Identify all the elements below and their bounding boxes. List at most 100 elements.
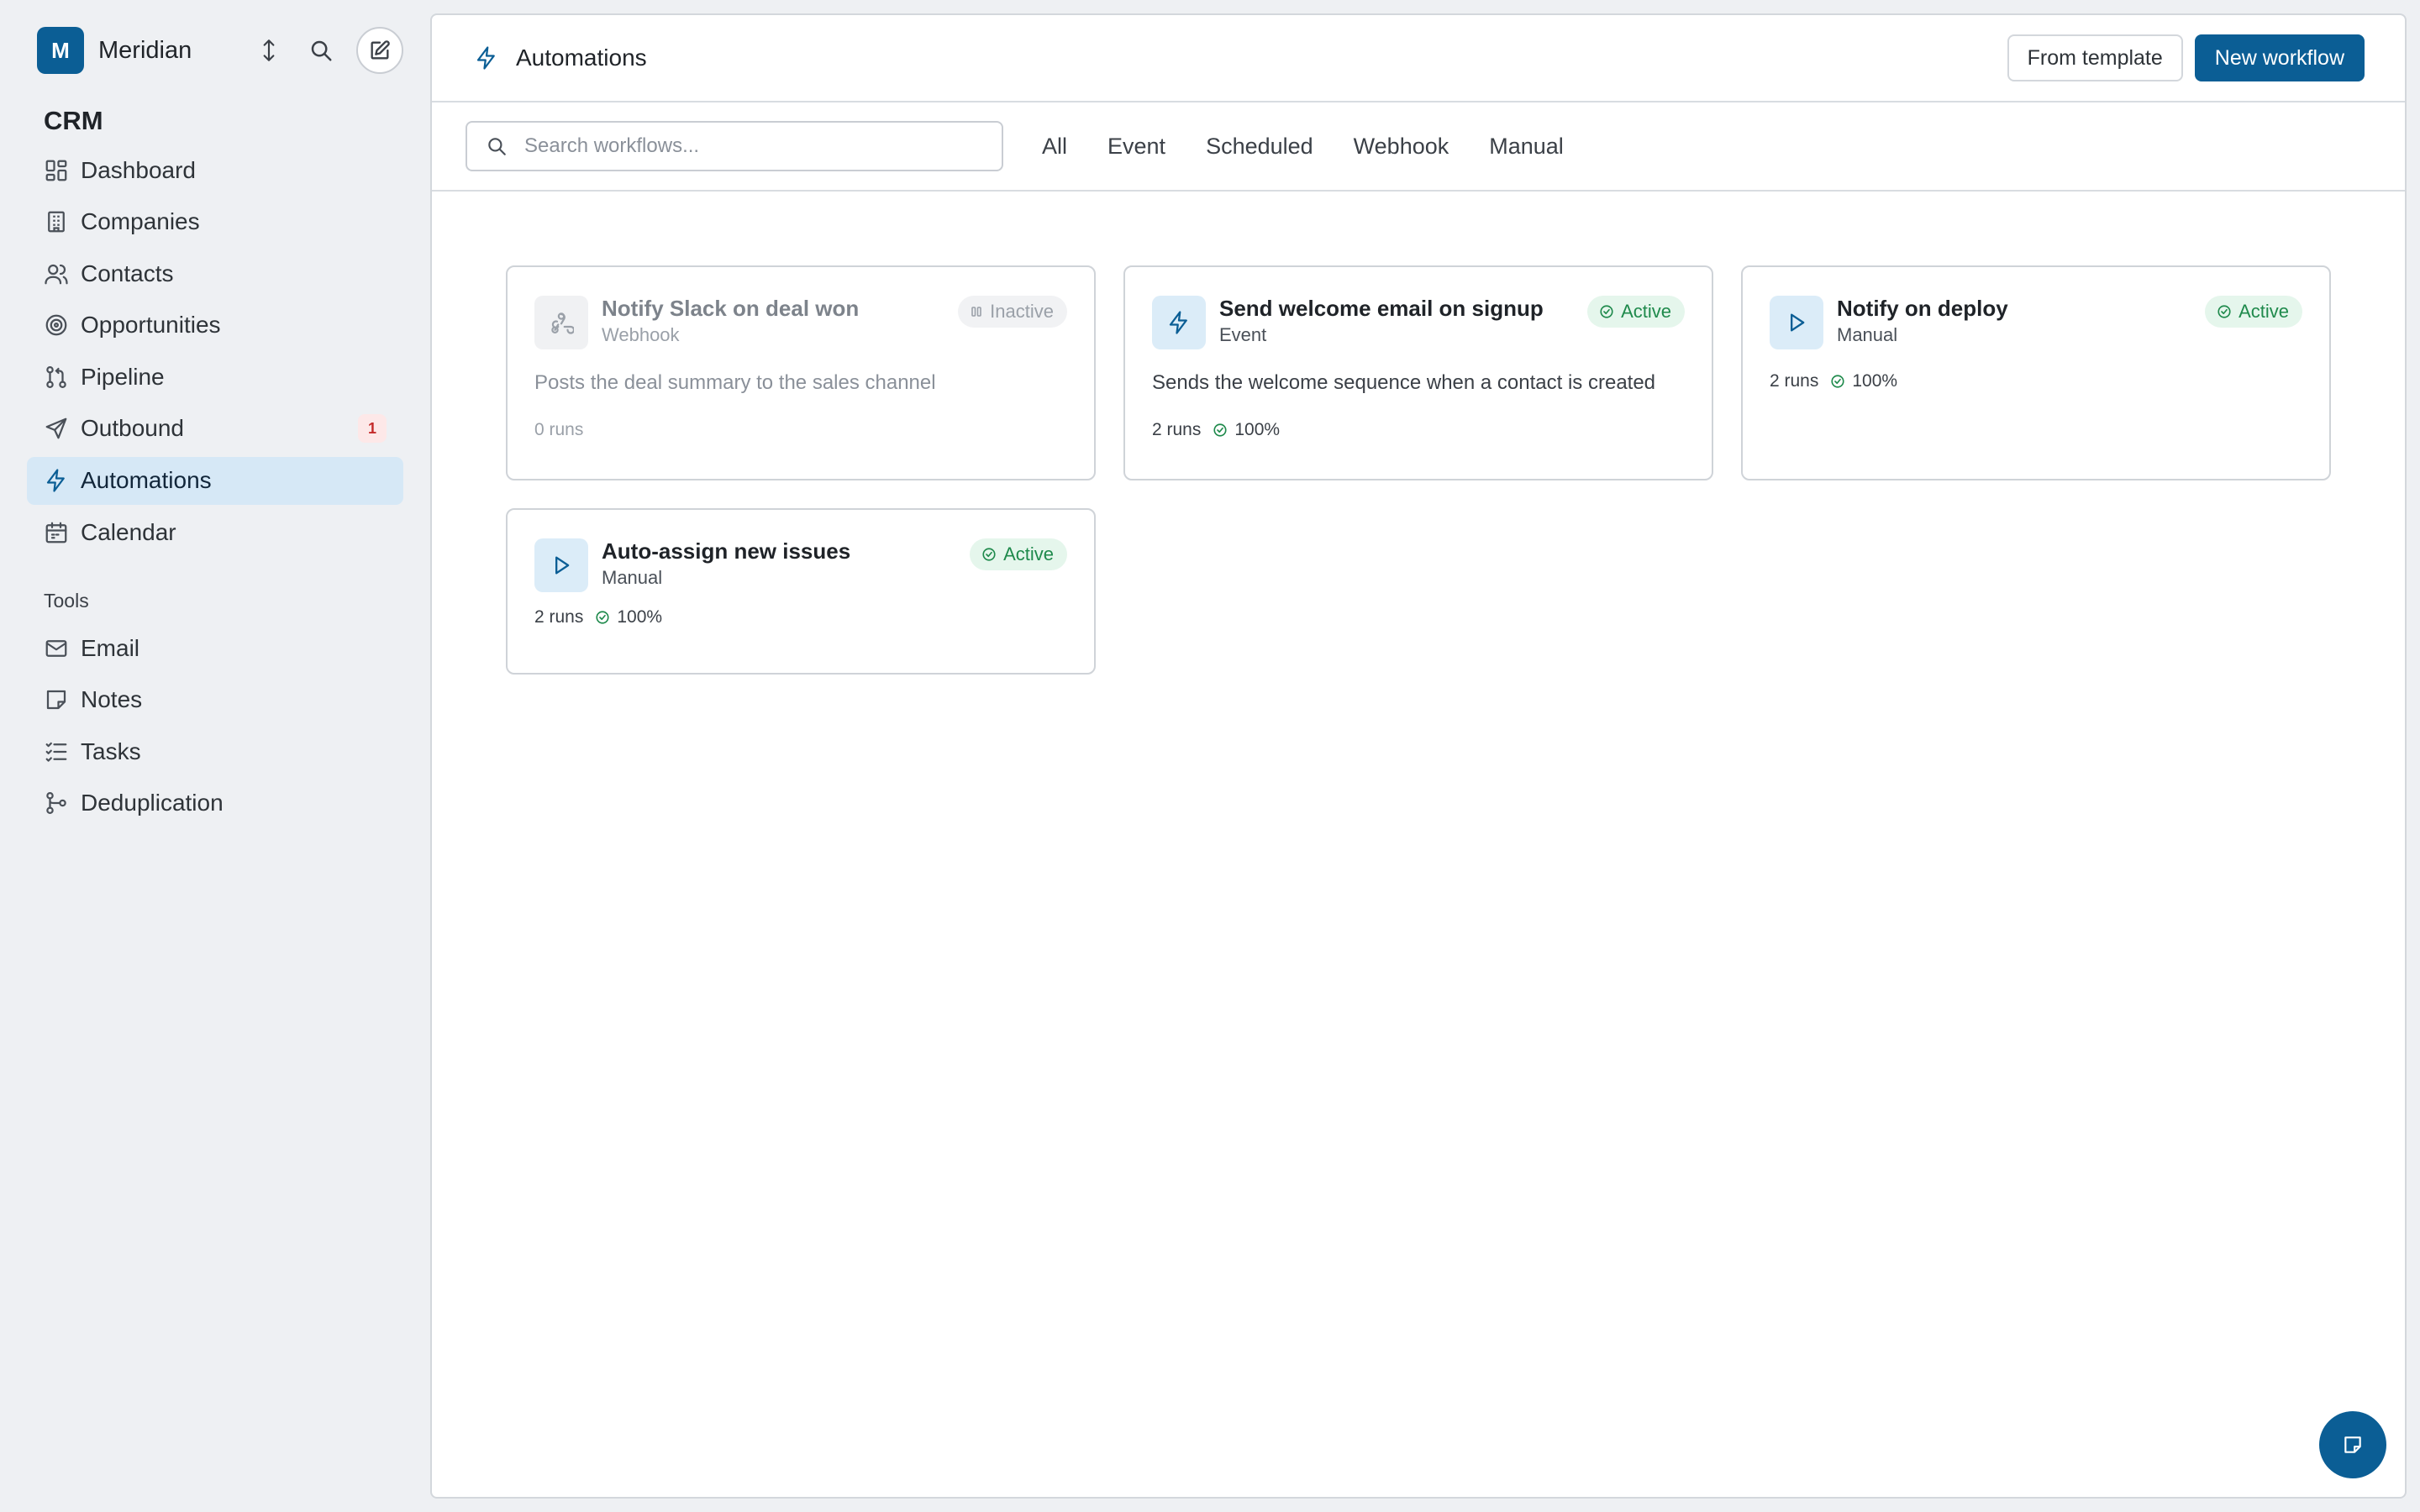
page-header: Automations From template New workflow <box>432 15 2405 102</box>
status-text: Inactive <box>990 301 1054 322</box>
workflow-trigger-type: Event <box>1219 324 1267 345</box>
workflow-trigger-type: Webhook <box>602 324 680 345</box>
sidebar-item-label: Automations <box>81 467 212 494</box>
status-badge: Active <box>970 538 1067 570</box>
bolt-icon <box>1152 296 1206 349</box>
new-workflow-button[interactable]: New workflow <box>2194 34 2365 81</box>
sidebar-item-label: Deduplication <box>81 790 224 816</box>
check-circle-icon <box>982 548 996 561</box>
sidebar-item-outbound[interactable]: Outbound 1 <box>27 405 403 453</box>
sidebar-item-label: Outbound <box>81 415 184 442</box>
switch-workspace-icon[interactable] <box>252 34 286 67</box>
workflow-title: Auto-assign new issues <box>602 538 851 564</box>
pause-icon <box>971 307 981 317</box>
status-text: Active <box>1003 543 1054 564</box>
compose-icon[interactable] <box>356 27 403 74</box>
sidebar-item-label: Pipeline <box>81 363 165 390</box>
quick-note-button[interactable] <box>2319 1411 2386 1478</box>
note-icon <box>46 690 66 710</box>
workflow-card-notify-slack[interactable]: Notify Slack on deal won Webhook Inactiv… <box>506 265 1096 480</box>
workflow-trigger-type: Manual <box>602 567 663 588</box>
filter-tabs: All Event Scheduled Webhook Manual <box>1028 134 1584 160</box>
check-circle-icon <box>596 611 609 624</box>
git-pull-icon <box>46 365 66 388</box>
workspace-name[interactable]: Meridian <box>98 37 192 65</box>
workflow-runs: 2 runs <box>1152 420 1202 439</box>
tab-webhook[interactable]: Webhook <box>1334 134 1470 160</box>
status-text: Active <box>2238 301 2289 322</box>
tasks-icon <box>45 742 67 762</box>
calendar-icon <box>45 522 67 543</box>
crm-section-title: CRM <box>44 106 103 135</box>
workflow-trigger-type: Manual <box>1837 324 1898 345</box>
sidebar-item-contacts[interactable]: Contacts <box>27 249 403 297</box>
users-icon <box>45 264 68 285</box>
sidebar-item-label: Contacts <box>81 260 174 286</box>
tools-section-title: Tools <box>44 590 89 612</box>
workflow-description: Sends the welcome sequence when a contac… <box>1152 371 1656 394</box>
search-icon <box>488 138 506 155</box>
workflow-runs: 0 runs <box>534 420 584 439</box>
sidebar-item-label: Tasks <box>81 738 141 764</box>
filter-bar: All Event Scheduled Webhook Manual <box>432 102 2405 192</box>
workflow-card-auto-assign[interactable]: Auto-assign new issues Manual Active 2 r… <box>506 508 1096 675</box>
dashboard-icon <box>45 160 67 181</box>
status-text: Active <box>1621 301 1671 322</box>
sidebar-item-automations[interactable]: Automations <box>27 456 403 505</box>
check-circle-icon <box>1213 423 1227 437</box>
tab-scheduled[interactable]: Scheduled <box>1186 134 1334 160</box>
sidebar-item-dashboard[interactable]: Dashboard <box>27 146 403 194</box>
workflow-card-notify-deploy[interactable]: Notify on deploy Manual Active 2 runs 10… <box>1741 265 2331 480</box>
workflow-card-welcome-email[interactable]: Send welcome email on signup Event Activ… <box>1123 265 1713 480</box>
check-circle-icon <box>1831 375 1844 388</box>
send-icon <box>45 418 67 439</box>
merge-icon <box>46 792 66 815</box>
search-box[interactable] <box>466 121 1003 171</box>
sidebar-item-label: Notes <box>81 686 143 713</box>
workspace-header: M Meridian <box>27 25 403 76</box>
search-icon[interactable] <box>304 34 338 67</box>
workflow-title: Notify on deploy <box>1837 296 2008 321</box>
sidebar-item-deduplication[interactable]: Deduplication <box>27 780 403 827</box>
target-icon <box>45 314 67 336</box>
building-icon <box>48 211 65 233</box>
sidebar-item-label: Dashboard <box>81 156 196 183</box>
tab-manual[interactable]: Manual <box>1469 134 1584 160</box>
main-panel: Automations From template New workflow A… <box>430 13 2407 1499</box>
workflow-success-rate: 100% <box>1852 371 1898 391</box>
check-circle-icon <box>1600 305 1613 318</box>
sidebar-item-pipeline[interactable]: Pipeline <box>27 353 403 401</box>
sidebar-item-label: Calendar <box>81 518 176 545</box>
sidebar-item-label: Opportunities <box>81 312 221 339</box>
sidebar-item-calendar[interactable]: Calendar <box>27 508 403 556</box>
outbound-count-badge: 1 <box>358 414 387 444</box>
workflow-title: Send welcome email on signup <box>1219 296 1544 321</box>
workflow-title: Notify Slack on deal won <box>602 296 860 321</box>
sidebar-item-email[interactable]: Email <box>27 624 403 672</box>
note-icon <box>2344 1436 2361 1453</box>
tab-all[interactable]: All <box>1028 134 1087 160</box>
sidebar-item-notes[interactable]: Notes <box>27 676 403 724</box>
tab-event[interactable]: Event <box>1087 134 1186 160</box>
status-badge: Active <box>1587 296 1685 328</box>
page-title: Automations <box>516 45 647 71</box>
sidebar-item-label: Companies <box>81 208 200 235</box>
sidebar: M Meridian CRM Dashboard Companies Conta… <box>0 0 430 1512</box>
sidebar-item-label: Email <box>81 634 140 661</box>
workflow-success-rate: 100% <box>1234 420 1281 439</box>
workflow-runs: 2 runs <box>1770 371 1819 391</box>
sidebar-item-tasks[interactable]: Tasks <box>27 727 403 775</box>
check-circle-icon <box>2217 305 2231 318</box>
webhook-icon <box>534 296 588 349</box>
search-input[interactable] <box>524 134 995 158</box>
workflow-description: Posts the deal summary to the sales chan… <box>534 371 936 394</box>
workflow-grid: Notify Slack on deal won Webhook Inactiv… <box>506 265 2331 675</box>
workflow-success-rate: 100% <box>617 607 663 627</box>
status-badge: Inactive <box>958 296 1067 328</box>
sidebar-item-companies[interactable]: Companies <box>27 198 403 246</box>
workspace-logo[interactable]: M <box>37 27 84 74</box>
from-template-button[interactable]: From template <box>2007 34 2183 81</box>
bolt-icon <box>46 469 65 492</box>
bolt-icon <box>476 46 495 70</box>
sidebar-item-opportunities[interactable]: Opportunities <box>27 302 403 349</box>
